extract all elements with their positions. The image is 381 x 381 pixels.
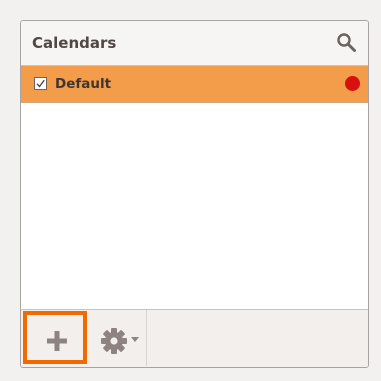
search-icon <box>337 33 356 52</box>
gear-icon <box>101 328 127 354</box>
calendars-panel: Calendars Default <box>20 20 369 368</box>
calendar-color-dot[interactable] <box>345 76 360 91</box>
calendar-list: Default <box>21 66 368 310</box>
settings-menu-button[interactable] <box>91 310 147 366</box>
panel-title: Calendars <box>32 34 117 52</box>
calendar-label: Default <box>55 76 112 92</box>
calendar-row-default[interactable]: Default <box>21 66 368 103</box>
calendar-checkbox[interactable] <box>34 77 47 90</box>
search-button[interactable] <box>336 32 358 54</box>
panel-header: Calendars <box>21 21 368 66</box>
panel-toolbar <box>21 309 368 367</box>
plus-icon <box>47 331 67 351</box>
add-calendar-button[interactable] <box>23 311 87 364</box>
caret-down-icon <box>131 337 139 342</box>
checkmark-icon <box>36 79 45 88</box>
